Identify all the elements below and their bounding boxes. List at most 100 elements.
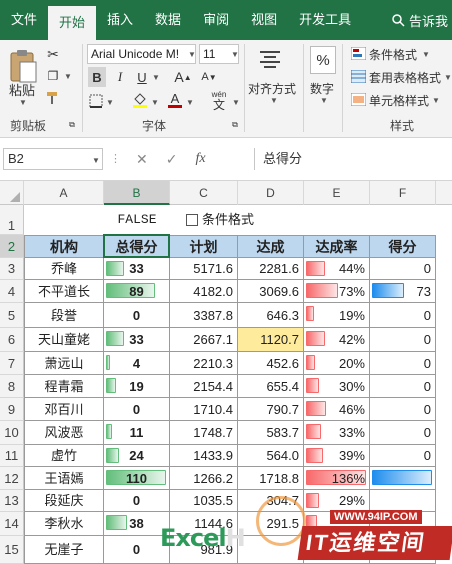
achieved-cell[interactable]: 452.6 <box>238 352 304 375</box>
org-cell[interactable]: 风波恶 <box>24 421 104 445</box>
cell-style-dropdown-icon[interactable]: ▼ <box>432 96 440 105</box>
rate-cell[interactable]: 33% <box>304 421 370 445</box>
header-cell-e[interactable]: 达成率 <box>304 235 370 258</box>
org-cell[interactable]: 王语嫣 <box>24 467 104 490</box>
org-cell[interactable]: 李秋水 <box>24 512 104 536</box>
worksheet-grid[interactable]: ABCDEF 1 2 3 4 5 6 7 8 9 10 11 12 13 14 15 FALSE 条件格式 机构总… <box>0 181 452 564</box>
row-header-11[interactable]: 11 <box>0 445 24 467</box>
header-cell-f[interactable]: 得分 <box>370 235 436 258</box>
number-format-icon[interactable]: % <box>310 46 336 74</box>
number-dropdown-icon[interactable]: ▼ <box>320 96 328 105</box>
alignment-label[interactable]: 对齐方式 <box>248 80 296 97</box>
plan-cell[interactable]: 4182.0 <box>170 280 238 303</box>
rate-cell[interactable]: 136% <box>304 467 370 490</box>
score-cell[interactable]: 4 <box>104 352 170 375</box>
score-cell[interactable]: 24 <box>104 445 170 467</box>
bold-button[interactable]: B <box>88 67 106 87</box>
rate-cell[interactable]: 42% <box>304 328 370 352</box>
plan-cell[interactable]: 2210.3 <box>170 352 238 375</box>
font-name-select[interactable]: Arial Unicode M! <box>87 44 196 64</box>
row-header-5[interactable]: 5 <box>0 303 24 328</box>
table-format-dropdown-icon[interactable]: ▼ <box>444 73 452 82</box>
column-header-a[interactable]: A <box>24 181 104 205</box>
row-header-15[interactable]: 15 <box>0 536 24 564</box>
org-cell[interactable]: 段延庆 <box>24 490 104 512</box>
column-header-d[interactable]: D <box>238 181 304 205</box>
shrink-font-button[interactable]: A ▼ <box>201 67 216 87</box>
points-cell[interactable]: 0 <box>370 445 436 467</box>
plan-cell[interactable]: 2667.1 <box>170 328 238 352</box>
underline-dropdown-icon[interactable]: ▼ <box>152 73 160 82</box>
org-cell[interactable]: 不平道长 <box>24 280 104 303</box>
row-header-1[interactable]: 1 <box>0 205 24 235</box>
underline-button[interactable]: U <box>134 67 150 87</box>
tell-me-search[interactable]: 告诉我 <box>392 11 452 30</box>
achieved-cell[interactable]: 3069.6 <box>238 280 304 303</box>
border-icon[interactable] <box>88 92 104 110</box>
fill-color-dropdown-icon[interactable]: ▼ <box>151 98 159 107</box>
points-cell[interactable]: 0 <box>370 328 436 352</box>
row-header-9[interactable]: 9 <box>0 398 24 421</box>
tab-home[interactable]: 开始 <box>48 6 97 40</box>
row-header-2[interactable]: 2 <box>0 235 24 258</box>
row-header-3[interactable]: 3 <box>0 258 24 280</box>
row-header-10[interactable]: 10 <box>0 421 24 445</box>
header-cell-c[interactable]: 计划 <box>170 235 238 258</box>
name-box[interactable]: B2 <box>3 148 103 170</box>
rate-cell[interactable]: 73% <box>304 280 370 303</box>
score-cell[interactable]: 0 <box>104 303 170 328</box>
score-cell[interactable]: 33 <box>104 328 170 352</box>
column-header-e[interactable]: E <box>304 181 370 205</box>
achieved-cell[interactable]: 1120.7 <box>238 328 304 352</box>
fill-color-icon[interactable] <box>131 90 149 110</box>
tab-developer[interactable]: 开发工具 <box>288 0 362 40</box>
column-header-c[interactable]: C <box>170 181 238 205</box>
phonetic-dropdown-icon[interactable]: ▼ <box>232 98 240 107</box>
cell-style-button[interactable]: 单元格样式 <box>369 92 429 109</box>
plan-cell[interactable]: 1035.5 <box>170 490 238 512</box>
header-cell-b[interactable]: 总得分 <box>104 235 170 258</box>
points-cell[interactable]: 0 <box>370 352 436 375</box>
rate-cell[interactable]: 46% <box>304 398 370 421</box>
alignment-icon[interactable] <box>256 46 284 74</box>
points-cell[interactable]: 0 <box>370 375 436 398</box>
points-cell[interactable] <box>370 467 436 490</box>
header-cell-a[interactable]: 机构 <box>24 235 104 258</box>
row-header-13[interactable]: 13 <box>0 490 24 512</box>
select-all-corner[interactable] <box>0 181 24 205</box>
phonetic-guide-icon[interactable]: wén 文 <box>208 90 230 112</box>
rate-cell[interactable]: 20% <box>304 352 370 375</box>
number-label[interactable]: 数字 <box>310 80 334 97</box>
tab-insert[interactable]: 插入 <box>96 0 144 40</box>
org-cell[interactable]: 乔峰 <box>24 258 104 280</box>
rate-cell[interactable]: 39% <box>304 445 370 467</box>
score-cell[interactable]: 33 <box>104 258 170 280</box>
alignment-dropdown-icon[interactable]: ▼ <box>270 96 278 105</box>
row-header-6[interactable]: 6 <box>0 328 24 352</box>
score-cell[interactable]: 0 <box>104 398 170 421</box>
tab-data[interactable]: 数据 <box>144 0 192 40</box>
conditional-format-button[interactable]: 条件格式 <box>369 46 417 63</box>
plan-cell[interactable]: 1710.4 <box>170 398 238 421</box>
rate-cell[interactable]: 19% <box>304 303 370 328</box>
points-cell[interactable]: 73 <box>370 280 436 303</box>
rate-cell[interactable]: 29% <box>304 490 370 512</box>
confirm-icon[interactable]: ✓ <box>166 151 178 168</box>
checkbox-box[interactable] <box>186 214 198 226</box>
achieved-cell[interactable]: 2281.6 <box>238 258 304 280</box>
achieved-cell[interactable]: 564.0 <box>238 445 304 467</box>
grow-font-button[interactable]: A ▲ <box>174 67 191 87</box>
name-box-dropdown-icon[interactable]: ▼ <box>92 156 100 165</box>
column-header-f[interactable]: F <box>370 181 436 205</box>
row-header-7[interactable]: 7 <box>0 352 24 375</box>
row-header-8[interactable]: 8 <box>0 375 24 398</box>
font-name-dropdown-icon[interactable]: ▼ <box>188 50 196 59</box>
cut-icon[interactable]: ✂ <box>44 46 62 62</box>
points-cell[interactable]: 0 <box>370 258 436 280</box>
org-cell[interactable]: 虚竹 <box>24 445 104 467</box>
cancel-icon[interactable]: ✕ <box>136 151 148 168</box>
points-cell[interactable]: 0 <box>370 421 436 445</box>
table-format-button[interactable]: 套用表格格式 <box>369 69 441 86</box>
plan-cell[interactable]: 1433.9 <box>170 445 238 467</box>
clipboard-launcher-icon[interactable]: ⧉ <box>67 120 77 130</box>
